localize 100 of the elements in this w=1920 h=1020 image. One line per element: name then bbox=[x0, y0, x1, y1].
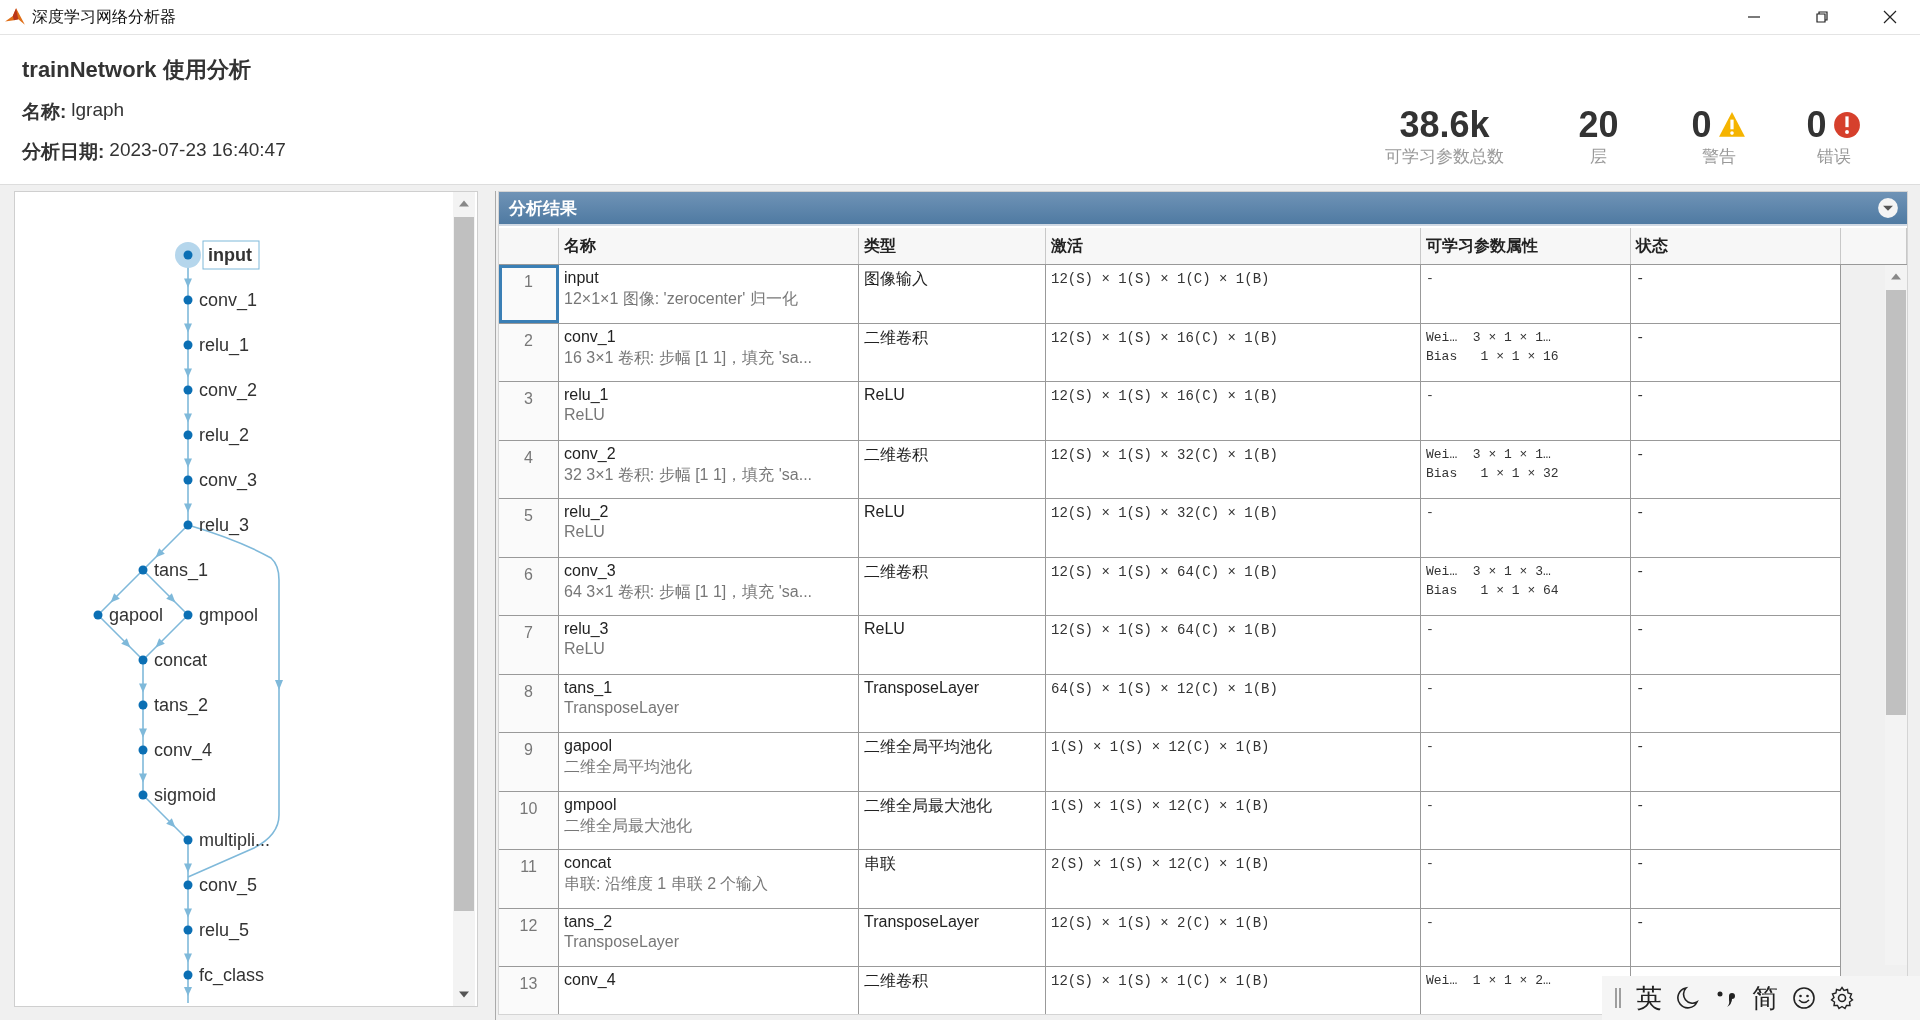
node-label[interactable]: relu_1 bbox=[199, 335, 250, 355]
node-label[interactable]: conv_5 bbox=[199, 875, 258, 895]
activation-size: 2(S) × 1(S) × 12(C) × 1(B) bbox=[1051, 856, 1270, 872]
scroll-down-icon[interactable] bbox=[459, 991, 469, 998]
layer-description: ReLU bbox=[564, 640, 606, 658]
layer-name: concat bbox=[564, 854, 613, 872]
node-label[interactable]: conv_3 bbox=[199, 470, 258, 490]
layer-description: 串联: 沿维度 1 串联 2 个输入 bbox=[564, 874, 770, 894]
node-label[interactable]: conv_2 bbox=[199, 380, 258, 400]
learnable-size: - bbox=[1426, 738, 1435, 756]
network-name: lgraph bbox=[71, 99, 125, 122]
node-dot[interactable] bbox=[175, 242, 201, 268]
row-number[interactable]: 9 bbox=[499, 733, 559, 791]
node-label[interactable]: tans_2 bbox=[154, 695, 209, 715]
column-header[interactable]: 名称 bbox=[559, 228, 859, 264]
layer-name: conv_2 bbox=[564, 444, 617, 463]
node-label[interactable]: sigmoid bbox=[154, 785, 217, 805]
layer-description: 12×1×1 图像: 'zerocenter' 归一化 bbox=[564, 289, 799, 309]
row-number[interactable]: 1 bbox=[499, 265, 559, 323]
scrollbar[interactable] bbox=[453, 192, 475, 1006]
warning-icon bbox=[1717, 111, 1746, 139]
row-number[interactable]: 10 bbox=[499, 791, 559, 849]
error-icon bbox=[1832, 111, 1861, 139]
learnable-size: Wei… 1 × 1 × 2… bbox=[1426, 972, 1552, 990]
row-number[interactable]: 13 bbox=[499, 967, 559, 1014]
node-dot[interactable] bbox=[93, 610, 103, 620]
node-label[interactable]: multipli... bbox=[199, 830, 270, 850]
restore-icon[interactable] bbox=[1814, 9, 1830, 25]
row-number[interactable]: 7 bbox=[499, 616, 559, 674]
node-label[interactable]: conv_1 bbox=[199, 290, 258, 310]
column-header[interactable]: 类型 bbox=[859, 228, 1046, 264]
node-dot[interactable] bbox=[183, 925, 193, 935]
layer-type: 二维卷积 bbox=[864, 972, 928, 989]
node-label[interactable]: gapool bbox=[109, 605, 164, 625]
close-icon[interactable] bbox=[1882, 9, 1898, 25]
node-dot[interactable] bbox=[183, 430, 193, 440]
node-dot[interactable] bbox=[183, 385, 193, 395]
learnable-size: Wei… 3 × 1 × 3… bbox=[1426, 562, 1552, 581]
smiley-icon[interactable] bbox=[1792, 986, 1816, 1010]
node-dot[interactable] bbox=[183, 970, 193, 980]
node-dot[interactable] bbox=[138, 565, 148, 575]
stat-label: 层 bbox=[1590, 146, 1607, 168]
ime-language-toggle[interactable]: 英 bbox=[1636, 980, 1662, 1016]
stat-value: 38.6k bbox=[1399, 107, 1490, 143]
node-dot[interactable] bbox=[138, 745, 148, 755]
node-label[interactable]: concat bbox=[154, 650, 208, 670]
layer-description: 二维全局最大池化 bbox=[564, 815, 693, 836]
node-label[interactable]: conv_4 bbox=[154, 740, 213, 760]
layer-type: 二维全局最大池化 bbox=[864, 796, 992, 814]
activation-size: 1(S) × 1(S) × 12(C) × 1(B) bbox=[1051, 797, 1270, 814]
node-dot[interactable] bbox=[183, 610, 193, 620]
column-header[interactable]: 状态 bbox=[1631, 228, 1841, 264]
node-label[interactable]: relu_2 bbox=[199, 425, 250, 445]
node-label[interactable]: input bbox=[202, 240, 260, 270]
node-label[interactable]: relu_5 bbox=[199, 920, 250, 940]
layer-type: TransposeLayer bbox=[864, 678, 980, 696]
node-dot[interactable] bbox=[183, 340, 193, 350]
row-number[interactable]: 5 bbox=[499, 499, 559, 557]
node-label[interactable]: tans_1 bbox=[154, 560, 209, 580]
column-header[interactable]: 可学习参数属性 bbox=[1421, 228, 1631, 264]
node-label[interactable]: relu_3 bbox=[199, 515, 250, 535]
layer-state: - bbox=[1636, 622, 1645, 638]
layer-state: - bbox=[1636, 797, 1645, 814]
layer-description: ReLU bbox=[564, 406, 606, 424]
scroll-up-icon[interactable] bbox=[1891, 273, 1901, 280]
collapse-icon[interactable] bbox=[1877, 197, 1899, 219]
row-number[interactable]: 11 bbox=[499, 850, 559, 908]
activation-size: 64(S) × 1(S) × 12(C) × 1(B) bbox=[1051, 680, 1278, 697]
row-number[interactable]: 12 bbox=[499, 908, 559, 966]
node-label[interactable]: fc_class bbox=[199, 965, 265, 985]
layer-description: TransposeLayer bbox=[564, 932, 681, 951]
node-label[interactable]: gmpool bbox=[199, 605, 259, 625]
row-number[interactable]: 4 bbox=[499, 440, 559, 498]
node-dot[interactable] bbox=[183, 520, 193, 530]
layer-type: ReLU bbox=[864, 386, 905, 403]
node-dot[interactable] bbox=[138, 790, 148, 800]
row-number[interactable]: 8 bbox=[499, 674, 559, 732]
window-title: 深度学习网络分析器 bbox=[32, 6, 176, 27]
node-dot[interactable] bbox=[183, 835, 193, 845]
row-number[interactable]: 6 bbox=[499, 557, 559, 615]
layer-name: relu_3 bbox=[564, 620, 610, 638]
column-header[interactable]: 激活 bbox=[1046, 228, 1421, 264]
layer-state: - bbox=[1636, 739, 1645, 755]
layer-description: TransposeLayer bbox=[564, 698, 681, 717]
stat-value: 0 bbox=[1691, 107, 1712, 143]
row-number[interactable]: 3 bbox=[499, 382, 559, 440]
node-dot[interactable] bbox=[138, 700, 148, 710]
row-number[interactable]: 2 bbox=[499, 323, 559, 381]
node-dot[interactable] bbox=[183, 880, 193, 890]
learnable-size: - bbox=[1426, 504, 1435, 522]
scroll-up-icon[interactable] bbox=[459, 200, 469, 207]
node-dot[interactable] bbox=[183, 475, 193, 485]
grip-icon[interactable] bbox=[1614, 986, 1622, 1010]
moon-icon[interactable] bbox=[1676, 986, 1700, 1010]
ime-script-toggle[interactable]: 简 bbox=[1752, 980, 1778, 1016]
node-dot[interactable] bbox=[138, 655, 148, 665]
layer-type: 二维全局平均池化 bbox=[864, 738, 992, 755]
settings-icon[interactable] bbox=[1830, 986, 1854, 1010]
activation-size: 1(S) × 1(S) × 12(C) × 1(B) bbox=[1051, 739, 1270, 755]
node-dot[interactable] bbox=[183, 295, 193, 305]
